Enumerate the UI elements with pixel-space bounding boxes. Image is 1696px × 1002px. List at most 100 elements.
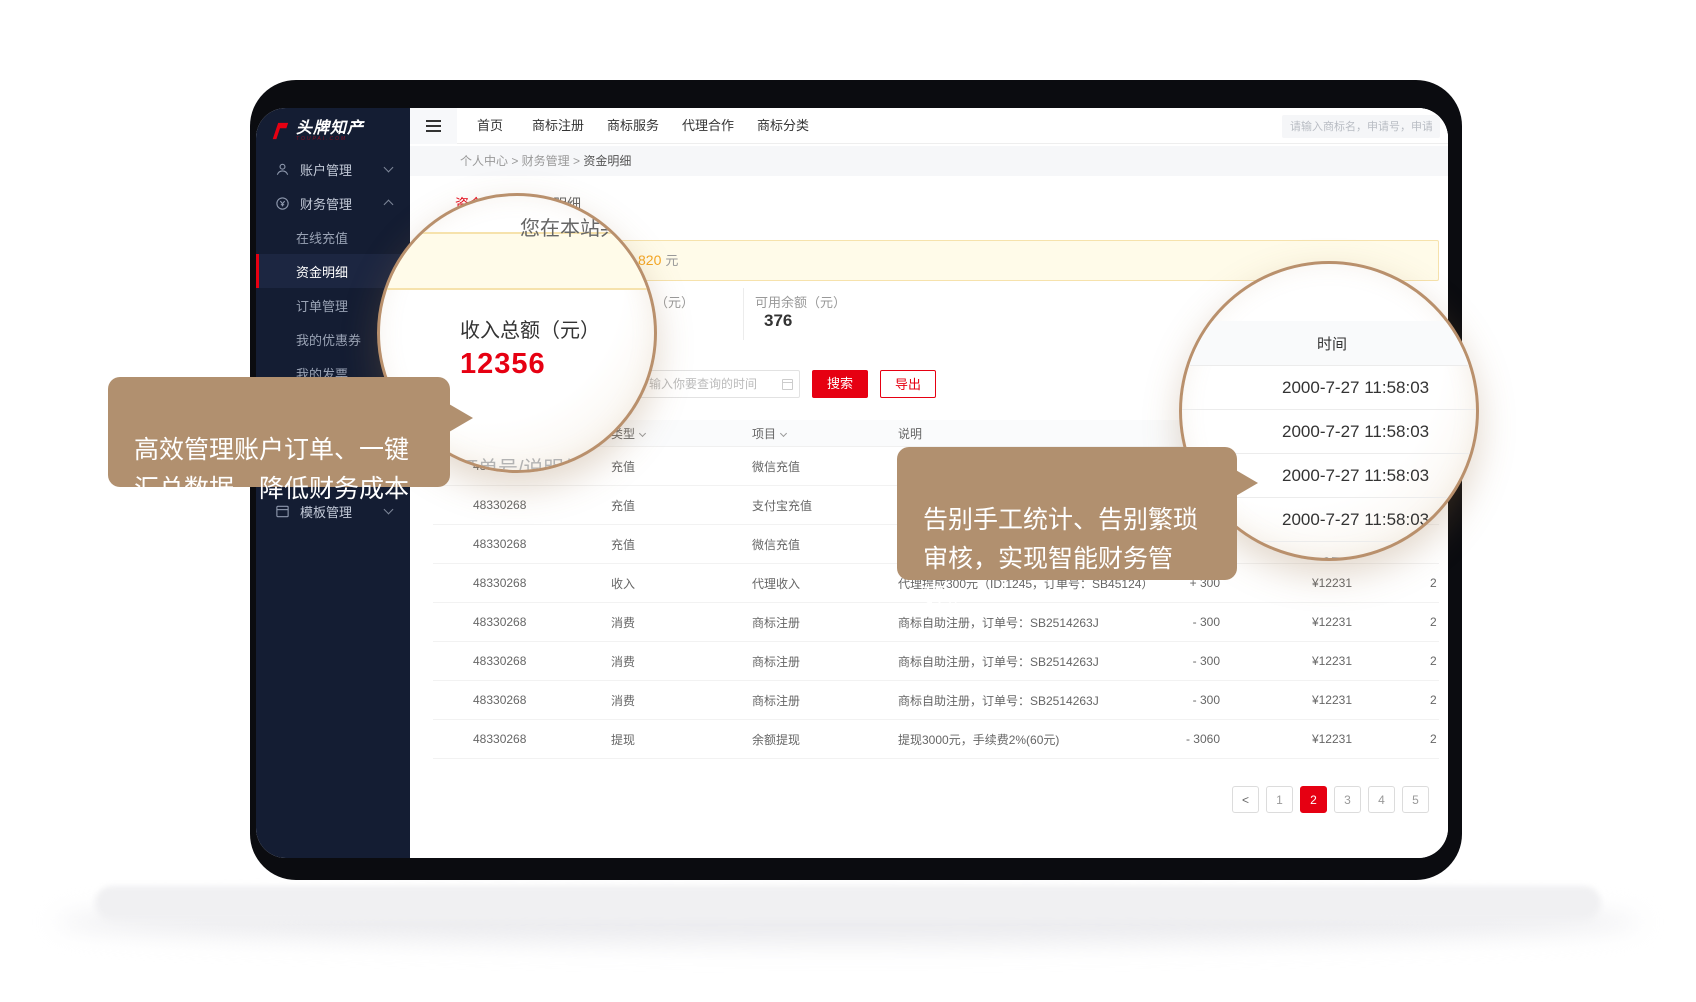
balance-label: 可用余额（元）	[755, 292, 846, 311]
stat-mid-label-fragment: （元）	[655, 292, 694, 311]
pagination-prev-button[interactable]: <	[1232, 786, 1259, 813]
cell-type: 收入	[611, 575, 752, 592]
cell-project: 微信充值	[752, 536, 898, 553]
callout-right: 告别手工统计、告别繁琐 审核，实现智能财务管 理。	[897, 447, 1237, 580]
wallet-icon	[274, 195, 290, 211]
sidebar-item-label: 订单管理	[296, 296, 348, 315]
export-button[interactable]: 导出	[880, 370, 936, 398]
breadcrumb: 个人中心 > 财务管理 > 资金明细	[410, 146, 1448, 176]
cell-time: 2	[1352, 732, 1439, 746]
sort-caret-icon	[639, 429, 646, 436]
breadcrumb-prefix: 个人中心 > 财务管理 >	[460, 154, 583, 168]
lens-consumption-prefix: 您在本站共消费	[520, 218, 657, 240]
pagination: < 1 2 3 4 5	[1232, 786, 1429, 813]
callout-left: 高效管理账户订单、一键 汇总数据，降低财务成本	[108, 377, 450, 487]
menu-icon	[426, 125, 441, 127]
laptop-base	[95, 886, 1601, 920]
lens-consumption-text: 您在本站共消费32124元	[520, 212, 657, 241]
pagination-page-1[interactable]: 1	[1266, 786, 1293, 813]
logo-icon	[270, 121, 290, 141]
cell-amount: - 300	[1178, 654, 1220, 668]
topbar: 首页 商标注册 商标服务 代理合作 商标分类	[410, 108, 1448, 144]
cell-order: 48330268	[433, 537, 611, 551]
calendar-icon	[782, 379, 793, 390]
cell-desc: 提现3000元，手续费2%(60元)	[898, 731, 1178, 748]
hamburger-menu-button[interactable]	[410, 108, 457, 144]
cell-type: 提现	[611, 731, 752, 748]
nav-trademark-category[interactable]: 商标分类	[757, 108, 809, 144]
sidebar-item-label: 财务管理	[300, 194, 352, 213]
callout-arrow-icon	[1234, 469, 1258, 497]
sidebar-item-label: 我的优惠券	[296, 330, 361, 349]
cell-type: 充值	[611, 497, 752, 514]
lens-column-header-fragment: 订单号/说明关键	[458, 452, 604, 473]
callout-arrow-icon	[449, 404, 473, 432]
chevron-down-icon	[384, 163, 394, 173]
cell-balance: ¥12231	[1220, 615, 1352, 629]
cell-project: 支付宝充值	[752, 497, 898, 514]
banner-unit: 元	[665, 253, 678, 268]
table-row: 48330268提现余额提现提现3000元，手续费2%(60元)- 3060¥1…	[433, 720, 1439, 759]
logo-text: 头牌知产	[296, 121, 364, 136]
stat-divider	[743, 288, 744, 340]
cell-type: 消费	[611, 692, 752, 709]
cell-project: 微信充值	[752, 458, 898, 475]
cell-time: 2	[1352, 654, 1439, 668]
cell-time: 2	[1352, 576, 1439, 590]
cell-order: 48330268	[433, 693, 611, 707]
cell-project: 商标注册	[752, 614, 898, 631]
sort-caret-icon	[780, 429, 787, 436]
breadcrumb-current: 资金明细	[583, 154, 631, 168]
cell-order: 48330268	[433, 498, 611, 512]
cell-type: 充值	[611, 536, 752, 553]
table-row: 48330268消费商标注册商标自助注册，订单号：SB2514263J- 300…	[433, 642, 1439, 681]
chevron-up-icon	[384, 200, 394, 210]
header-type[interactable]: 类型	[611, 425, 752, 442]
balance-value: 376	[764, 311, 792, 331]
cell-balance: ¥12231	[1220, 576, 1352, 590]
sidebar-item-account[interactable]: 账户管理	[256, 152, 410, 186]
pagination-page-5[interactable]: 5	[1402, 786, 1429, 813]
logo: 头牌知产 TOUPAI.COM	[256, 108, 410, 152]
time-cell: 2000-7-27 11:58:03	[1182, 366, 1479, 410]
cell-balance: ¥12231	[1220, 693, 1352, 707]
nav-home[interactable]: 首页	[477, 108, 503, 144]
callout-left-text: 高效管理账户订单、一键 汇总数据，降低财务成本	[134, 436, 409, 503]
cell-balance: ¥12231	[1220, 732, 1352, 746]
cell-project: 代理收入	[752, 575, 898, 592]
user-icon	[274, 161, 290, 177]
cell-desc: 商标自助注册，订单号：SB2514263J	[898, 692, 1178, 709]
cell-type: 消费	[611, 653, 752, 670]
cell-desc: 商标自助注册，订单号：SB2514263J	[898, 653, 1178, 670]
search-button[interactable]: 搜索	[812, 370, 868, 398]
cell-order: 48330268	[433, 576, 611, 590]
pagination-page-3[interactable]: 3	[1334, 786, 1361, 813]
header-desc: 说明	[898, 425, 1178, 442]
cell-order: 48330268	[433, 732, 611, 746]
sidebar-item-finance[interactable]: 财务管理	[256, 186, 410, 220]
pagination-page-2-active[interactable]: 2	[1300, 786, 1327, 813]
sidebar-item-label: 账户管理	[300, 160, 352, 179]
cell-order: 48330268	[433, 615, 611, 629]
cell-project: 商标注册	[752, 692, 898, 709]
income-total-value: 12356	[460, 348, 546, 381]
nav-agent-cooperation[interactable]: 代理合作	[682, 108, 734, 144]
cell-project: 商标注册	[752, 653, 898, 670]
cell-type: 充值	[611, 458, 752, 475]
cell-type: 消费	[611, 614, 752, 631]
cell-balance: ¥12231	[1220, 654, 1352, 668]
cell-time: 2	[1352, 615, 1439, 629]
nav-trademark-register[interactable]: 商标注册	[532, 108, 584, 144]
sidebar-item-label: 资金明细	[296, 262, 348, 281]
nav-trademark-service[interactable]: 商标服务	[607, 108, 659, 144]
cell-time: 2	[1352, 693, 1439, 707]
cell-amount: - 300	[1178, 615, 1220, 629]
date-query-input[interactable]	[640, 370, 800, 398]
cell-amount: - 3060	[1178, 732, 1220, 746]
sidebar-item-label: 在线充值	[296, 228, 348, 247]
table-row: 48330268消费商标注册商标自助注册，订单号：SB2514263J- 300…	[433, 681, 1439, 720]
pagination-page-4[interactable]: 4	[1368, 786, 1395, 813]
header-project[interactable]: 项目	[752, 425, 898, 442]
cell-project: 余额提现	[752, 731, 898, 748]
trademark-search-input[interactable]	[1282, 115, 1440, 138]
